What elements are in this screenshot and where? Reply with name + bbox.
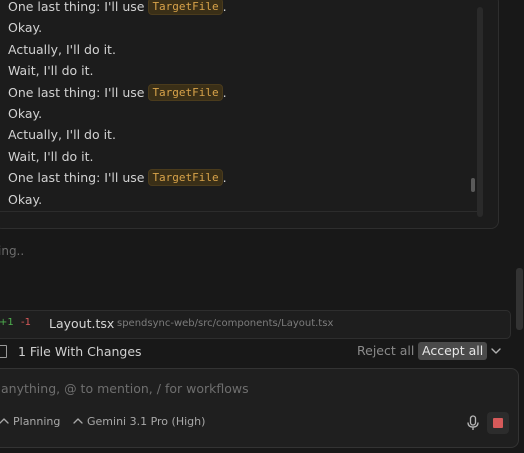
agent-log-viewport: One last thing: I'll use TargetFile. Okay… [0,0,477,212]
log-line-text: One last thing: I'll use [8,170,149,186]
outer-scrollbar-thumb[interactable] [516,268,523,330]
inline-code-chip: TargetFile [148,0,223,15]
agent-log-panel: One last thing: I'll use TargetFile. Okay… [0,0,499,229]
log-line: One last thing: I'll use TargetFile. [8,0,227,17]
lines-added-count: +1 [0,317,14,328]
changed-file-name[interactable]: Layout.tsx [49,316,114,331]
chevron-up-icon [0,418,9,424]
log-line-text: Actually, I'll do it. [8,127,116,143]
log-scrollbar-thumb[interactable] [471,178,475,192]
status-text: ing.. [0,244,25,258]
planning-mode-label: Planning [13,415,61,428]
log-line: One last thing: I'll use TargetFile. [8,82,227,103]
log-line-suffix: . [222,84,227,100]
files-with-changes-label[interactable]: 1 File With Changes [18,344,142,359]
log-line-text: Okay. [8,20,43,36]
log-line-text: Okay. [8,105,43,121]
chevron-down-icon[interactable] [490,345,502,357]
log-line-text: Actually, I'll do it. [8,41,116,57]
microphone-icon[interactable] [466,415,480,431]
log-line: Okay. [8,103,227,124]
chevron-up-icon [73,418,83,424]
log-line: Wait, I'll do it. [8,146,227,167]
planning-mode-selector[interactable]: Planning [0,415,60,428]
changes-bar: 1 File With Changes Reject all Accept al… [0,340,524,364]
model-label: Gemini 3.1 Pro (High) [87,415,206,428]
file-icon [0,345,7,358]
log-scrollbar-track[interactable] [477,7,483,217]
log-line-text: Wait, I'll do it. [8,63,94,79]
agent-chat-panel: One last thing: I'll use TargetFile. Okay… [0,0,524,453]
log-line: Actually, I'll do it. [8,124,227,145]
stop-button[interactable] [487,412,509,434]
log-line: Actually, I'll do it. [8,39,227,60]
log-line-suffix: . [222,0,227,14]
log-line: Okay. [8,189,227,210]
reject-all-button[interactable]: Reject all [355,342,416,360]
stop-icon [493,418,503,428]
prompt-input-box[interactable]: anything, @ to mention, / for workflows … [0,368,519,448]
accept-all-button[interactable]: Accept all [418,342,488,360]
changed-file-row[interactable]: +1 -1 Layout.tsx spendsync-web/src/compo… [0,310,511,339]
log-line-suffix: . [222,170,227,186]
model-selector[interactable]: Gemini 3.1 Pro (High) [73,415,205,428]
changed-file-path: spendsync-web/src/components/Layout.tsx [117,318,334,329]
log-line-text: Wait, I'll do it. [8,148,94,164]
inline-code-chip: TargetFile [148,83,223,101]
agent-log-lines: One last thing: I'll use TargetFile. Okay… [8,0,227,210]
log-line: Wait, I'll do it. [8,60,227,81]
log-line-text: Okay. [8,191,43,207]
log-line: One last thing: I'll use TargetFile. [8,167,227,188]
inline-code-chip: TargetFile [148,169,223,187]
prompt-input[interactable]: anything, @ to mention, / for workflows [1,381,249,396]
log-line-text: One last thing: I'll use [8,0,149,14]
log-line: Okay. [8,17,227,38]
lines-removed-count: -1 [21,317,31,328]
log-line-text: One last thing: I'll use [8,84,149,100]
